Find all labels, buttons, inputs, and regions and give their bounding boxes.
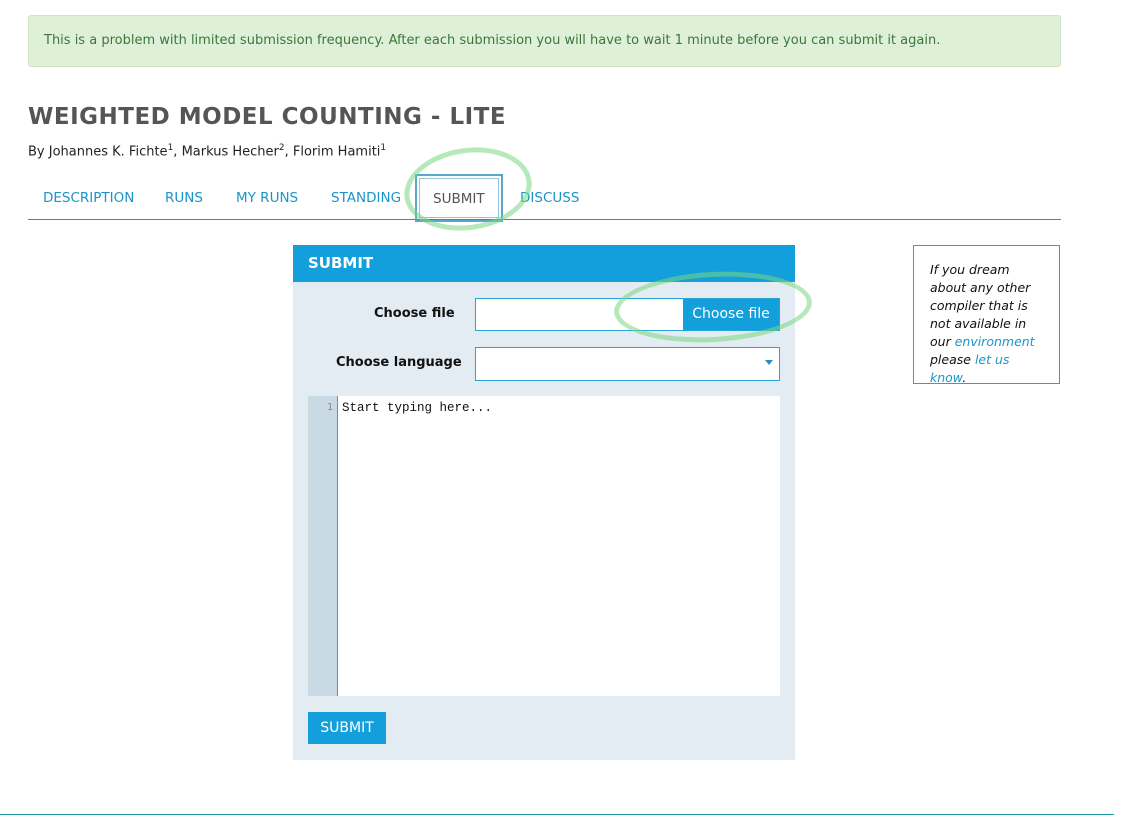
submit-button[interactable]: SUBMIT (308, 712, 386, 744)
submit-panel-header: SUBMIT (293, 245, 795, 282)
choose-language-label: Choose language (336, 355, 462, 370)
editor-gutter: 1 (308, 396, 338, 696)
submit-panel: SUBMIT Choose file Choose file Choose la… (293, 245, 795, 760)
language-select[interactable] (475, 347, 780, 381)
environment-link[interactable]: environment (955, 334, 1035, 349)
tab-description[interactable]: DESCRIPTION (43, 175, 134, 219)
note-text: . (962, 370, 967, 385)
tab-my-runs[interactable]: MY RUNS (236, 175, 298, 219)
author: Johannes K. Fichte (48, 144, 168, 160)
choose-file-button[interactable]: Choose file (683, 299, 779, 330)
page-title: WEIGHTED MODEL COUNTING - LITE (28, 104, 507, 130)
rate-limit-alert: This is a problem with limited submissio… (28, 15, 1061, 67)
author-separator: , (173, 144, 182, 160)
file-input[interactable]: Choose file (475, 298, 780, 331)
editor-placeholder: Start typing here... (342, 401, 493, 415)
footer-divider (0, 814, 1114, 815)
compiler-request-note: If you dream about any other compiler th… (913, 245, 1060, 385)
choose-file-label: Choose file (374, 306, 455, 321)
tab-submit[interactable]: SUBMIT (415, 174, 503, 222)
code-editor[interactable]: 1 Start typing here... (308, 396, 780, 696)
line-number: 1 (326, 402, 333, 413)
author-affiliation: 1 (380, 143, 387, 153)
authors-prefix: By (28, 144, 45, 160)
note-text: please (930, 352, 971, 367)
author: Markus Hecher (181, 144, 279, 160)
author: Florim Hamiti (292, 144, 381, 160)
tab-discuss[interactable]: DISCUSS (520, 175, 579, 219)
dropdown-caret-icon (765, 360, 773, 365)
tab-standing[interactable]: STANDING (331, 175, 401, 219)
author-separator: , (284, 144, 293, 160)
authors-line: By Johannes K. Fichte1, Markus Hecher2, … (28, 143, 386, 159)
problem-tabs: DESCRIPTION RUNS MY RUNS STANDING SUBMIT… (28, 174, 1061, 222)
tab-runs[interactable]: RUNS (165, 175, 203, 219)
